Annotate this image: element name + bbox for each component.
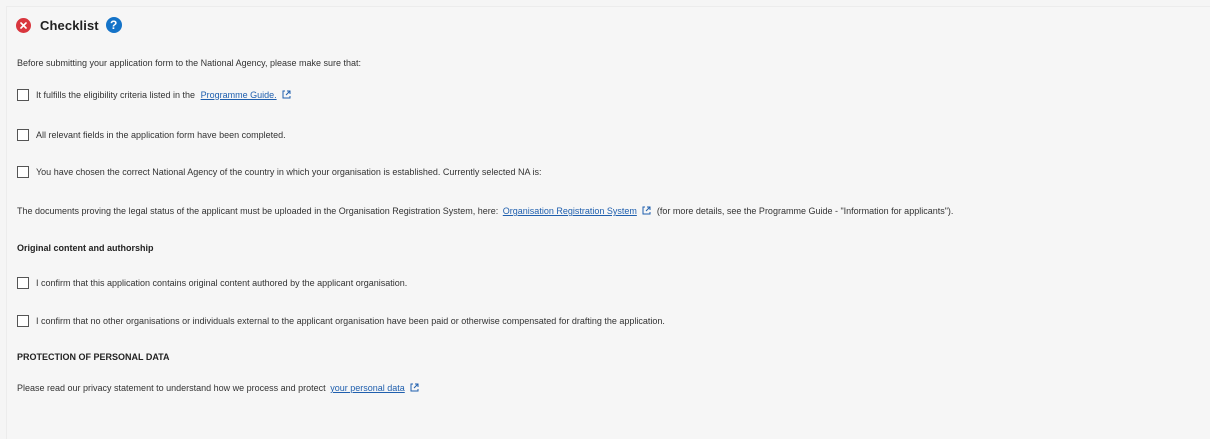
programme-guide-link[interactable]: Programme Guide. [201,90,277,100]
national-agency-label: You have chosen the correct National Age… [36,167,542,177]
error-x-icon [16,17,31,33]
privacy-text-before: Please read our privacy statement to und… [17,383,326,393]
eligibility-checkbox[interactable] [17,89,29,101]
fields-checkbox[interactable] [17,129,29,141]
help-question-icon[interactable]: ? [105,17,122,33]
original-content-checkbox[interactable] [17,277,29,289]
personal-data-link[interactable]: your personal data [330,383,405,393]
check-row-original-content: I confirm that this application contains… [17,276,407,290]
no-compensation-checkbox[interactable] [17,315,29,327]
original-content-heading: Original content and authorship [17,243,154,253]
national-agency-checkbox[interactable] [17,166,29,178]
external-link-icon[interactable] [282,90,291,102]
checklist-header: Checklist ? [16,15,122,35]
check-row-eligibility: It fulfills the eligibility criteria lis… [17,88,294,102]
intro-text: Before submitting your application form … [17,58,362,68]
original-content-label: I confirm that this application contains… [36,278,408,288]
check-row-no-compensation: I confirm that no other organisations or… [17,314,665,328]
checklist-panel: Checklist ? Before submitting your appli… [6,6,1210,439]
organisation-registration-link[interactable]: Organisation Registration System [503,206,637,216]
privacy-heading: PROTECTION OF PERSONAL DATA [17,352,170,362]
external-link-icon[interactable] [642,206,651,218]
documents-text: The documents proving the legal status o… [17,205,953,218]
eligibility-text: It fulfills the eligibility criteria lis… [36,89,196,100]
no-compensation-label: I confirm that no other organisations or… [36,316,665,326]
checklist-title: Checklist [40,17,99,33]
documents-text-before: The documents proving the legal status o… [17,206,499,216]
external-link-icon[interactable] [410,383,419,395]
check-row-national-agency: You have chosen the correct National Age… [17,165,541,179]
privacy-text: Please read our privacy statement to und… [17,382,422,395]
documents-text-after: (for more details, see the Programme Gui… [656,206,954,216]
page: Checklist ? Before submitting your appli… [0,0,1210,439]
eligibility-label: It fulfills the eligibility criteria lis… [36,89,294,102]
check-row-fields: All relevant fields in the application f… [17,128,286,142]
fields-label: All relevant fields in the application f… [36,130,286,140]
